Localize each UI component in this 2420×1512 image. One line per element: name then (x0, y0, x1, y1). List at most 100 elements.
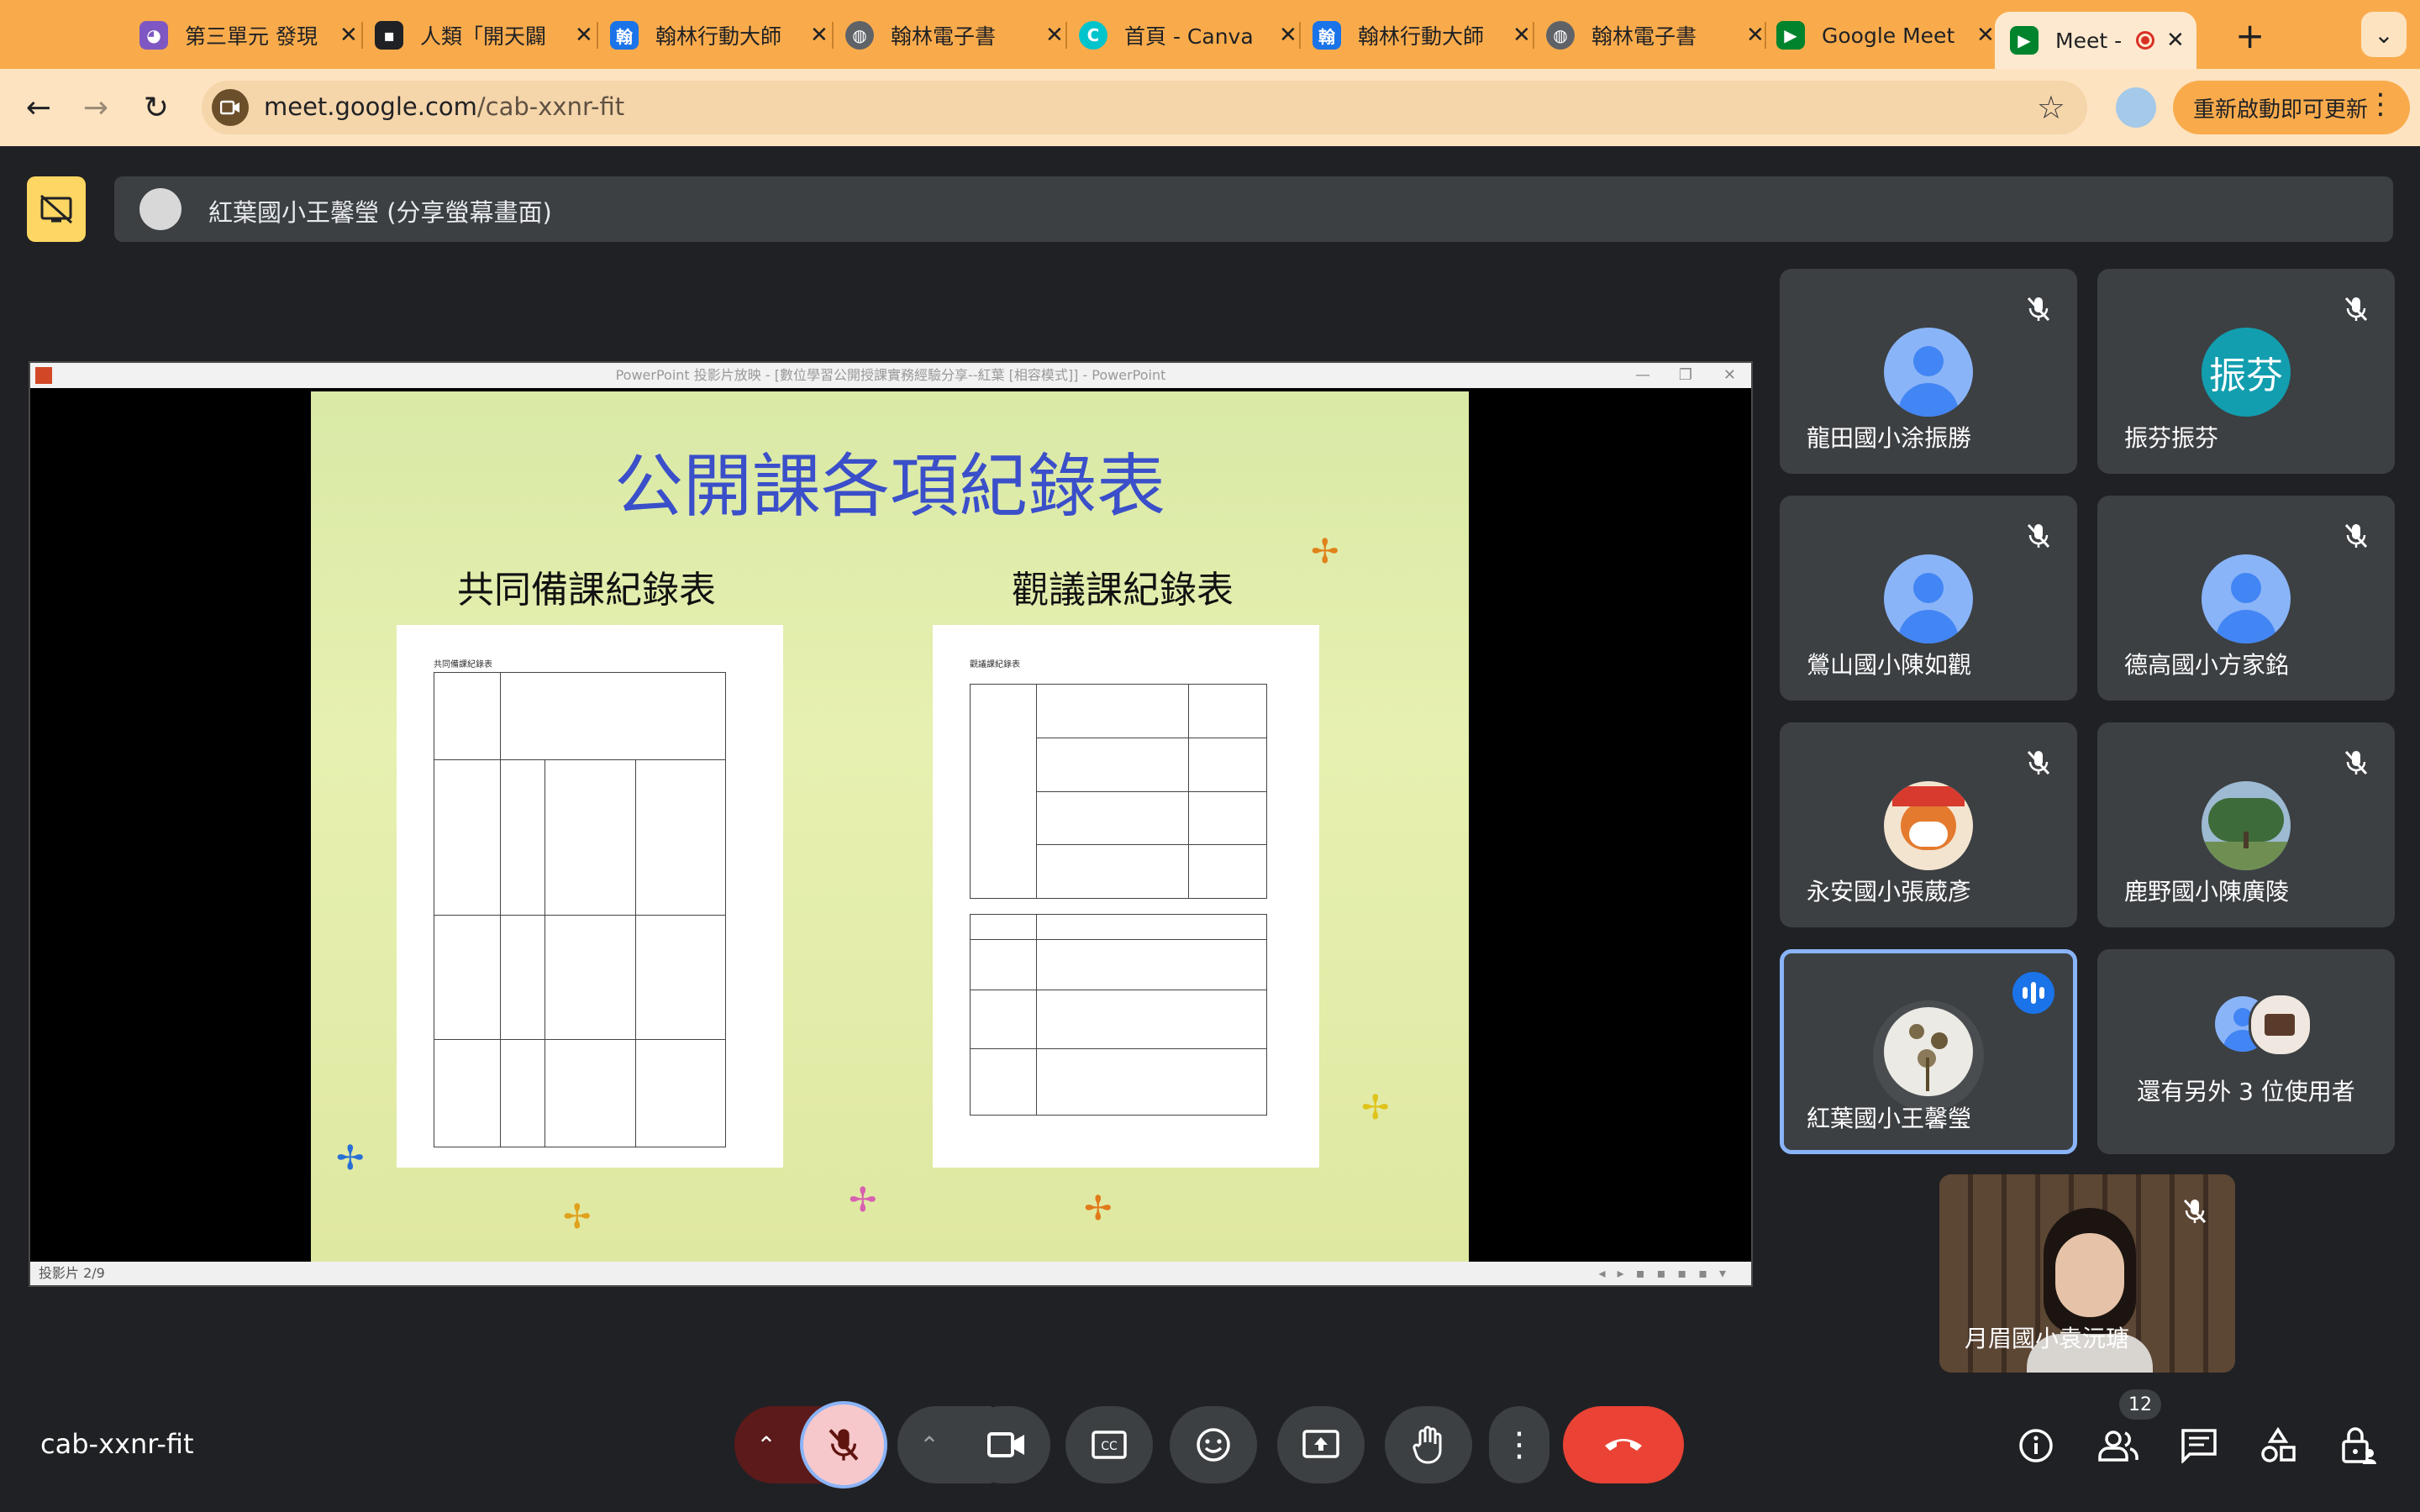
site-info-icon[interactable] (212, 89, 249, 126)
mic-off-icon (2339, 292, 2373, 326)
tab-1[interactable]: ◕ 第三單元 發現 ✕ (139, 12, 358, 59)
participant-tile[interactable]: 鶯山國小陳如觀 (1780, 496, 2077, 701)
participant-name: 鹿野國小陳廣陵 (2124, 878, 2290, 906)
tab-title: 人類「開天闢 (420, 24, 547, 49)
initials-avatar: 振芬 (2202, 328, 2291, 417)
stop-presenting-icon[interactable] (27, 176, 86, 242)
default-avatar-icon (1884, 328, 1973, 417)
dragonfly-decoration: ✢ (563, 1198, 592, 1236)
more-participants-tile[interactable]: 還有另外 3 位使用者 (2097, 949, 2395, 1154)
tab-separator (1533, 22, 1534, 49)
self-view-tile[interactable]: 月眉國小袁沅瑭 (1939, 1174, 2235, 1373)
minimize-icon: — (1635, 366, 1650, 384)
tab-title: 翰林行動大師 (655, 24, 782, 49)
presentation-slide: 公開課各項紀錄表 共同備課紀錄表 觀議課紀錄表 共同備課紀錄表 觀議課紀錄表 ✢… (311, 391, 1469, 1262)
microphone-toggle-button[interactable] (800, 1401, 887, 1488)
doc-header: 觀議課紀錄表 (970, 660, 1020, 669)
kebab-menu-icon[interactable]: ⋮ (2366, 87, 2395, 121)
participant-tile[interactable]: 永安國小張葳彥 (1780, 722, 2077, 927)
forward-arrow-icon[interactable]: → (76, 87, 116, 128)
powerpoint-icon (35, 367, 52, 384)
close-tab-icon[interactable]: ✕ (1279, 23, 1297, 48)
participant-tile-speaking[interactable]: 紅葉國小王馨瑩 (1780, 949, 2077, 1154)
tab-favicon-icon: ▪ (375, 21, 403, 50)
present-screen-button[interactable] (1277, 1406, 1365, 1483)
tab-favicon-icon: 翰 (1313, 21, 1341, 50)
update-button[interactable]: 重新啟動即可更新 ⋮ (2173, 81, 2410, 134)
new-tab-icon[interactable]: + (2235, 15, 2265, 56)
participant-name: 德高國小方家銘 (2124, 651, 2290, 679)
tab-title: 第三單元 發現 (185, 24, 318, 49)
captions-button[interactable]: CC (1065, 1406, 1153, 1483)
people-button[interactable] (2097, 1425, 2139, 1467)
tab-7[interactable]: ◍ 翰林電子書 ✕ (1546, 12, 1765, 59)
tab-9-active[interactable]: ▶ Meet - c ✕ (1995, 12, 2196, 69)
tab-5[interactable]: C 首頁 - Canva ✕ (1079, 12, 1297, 59)
leave-call-button[interactable] (1563, 1406, 1684, 1483)
tab-favicon-icon: ◕ (139, 21, 168, 50)
more-options-button[interactable]: ⋮ (1489, 1406, 1549, 1483)
browser-toolbar: ← → ↻ meet.google.com/cab-xxnr-fit ☆ 重新啟… (0, 69, 2420, 146)
participant-tile[interactable]: 振芬 振芬振芬 (2097, 269, 2395, 474)
close-tab-icon[interactable]: ✕ (2166, 28, 2185, 53)
close-tab-icon[interactable]: ✕ (1045, 23, 1064, 48)
slide-left-heading: 共同備課紀錄表 (457, 569, 716, 612)
reactions-button[interactable] (1170, 1406, 1257, 1483)
tab-separator (832, 22, 834, 49)
tab-separator (597, 22, 598, 49)
tab-2[interactable]: ▪ 人類「開天闢 ✕ (375, 12, 593, 59)
tab-8[interactable]: ▶ Google Meet ✕ (1776, 12, 1995, 59)
address-bar[interactable]: meet.google.com/cab-xxnr-fit ☆ (202, 81, 2087, 134)
slide-title: 公開課各項紀錄表 (613, 447, 1165, 527)
raise-hand-button[interactable] (1385, 1406, 1472, 1483)
kebab-menu-icon: ⋮ (1502, 1425, 1536, 1464)
participant-tile[interactable]: 鹿野國小陳廣陵 (2097, 722, 2395, 927)
close-tab-icon[interactable]: ✕ (1512, 23, 1531, 48)
close-tab-icon[interactable]: ✕ (1976, 23, 1995, 48)
meet-icon: ▶ (2010, 26, 2039, 55)
presenter-avatar (139, 188, 182, 230)
participant-tile[interactable]: 德高國小方家銘 (2097, 496, 2395, 701)
doc-header: 共同備課紀錄表 (434, 660, 492, 669)
view-controls-icon: ◂▸▪▪▪▪▾ (1598, 1265, 1738, 1281)
close-tab-icon[interactable]: ✕ (1746, 23, 1765, 48)
activities-button[interactable] (2257, 1425, 2299, 1467)
participant-count-badge: 12 (2119, 1389, 2161, 1420)
back-arrow-icon[interactable]: ← (18, 87, 59, 128)
url-text[interactable]: meet.google.com/cab-xxnr-fit (264, 92, 624, 121)
chat-icon (2181, 1429, 2217, 1463)
powerpoint-window-title: PowerPoint 投影片放映 - [數位學習公開授課實務經驗分享--紅葉 [… (615, 367, 1166, 383)
dragonfly-decoration: ✢ (1361, 1089, 1390, 1127)
mic-off-icon (2022, 292, 2055, 326)
participant-name: 永安國小張葳彥 (1807, 878, 1972, 906)
cartoon-cat-avatar (1884, 781, 1973, 870)
tab-6[interactable]: 翰 翰林行動大師 ✕ (1313, 12, 1531, 59)
meeting-details-button[interactable] (2015, 1425, 2057, 1467)
canva-icon: C (1079, 21, 1107, 50)
participant-tile[interactable]: 龍田國小涂振勝 (1780, 269, 2077, 474)
url-host: meet.google.com (264, 92, 477, 121)
meeting-code: cab-xxnr-fit (40, 1428, 194, 1460)
bookmark-star-icon[interactable]: ☆ (2037, 89, 2065, 126)
browser-tab-bar: ◕ 第三單元 發現 ✕ ▪ 人類「開天闢 ✕ 翰 翰林行動大師 ✕ ◍ 翰林電子… (0, 0, 2420, 69)
close-tab-icon[interactable]: ✕ (575, 23, 593, 48)
reload-icon[interactable]: ↻ (136, 87, 176, 128)
tab-4[interactable]: ◍ 翰林電子書 ✕ (845, 12, 1064, 59)
dragonfly-decoration: ✢ (849, 1181, 877, 1220)
close-tab-icon[interactable]: ✕ (810, 23, 829, 48)
raise-hand-icon (1413, 1425, 1442, 1464)
tab-3[interactable]: 翰 翰林行動大師 ✕ (610, 12, 829, 59)
tab-title: 首頁 - Canva (1124, 24, 1254, 49)
close-tab-icon[interactable]: ✕ (339, 23, 358, 48)
camera-toggle-button[interactable] (963, 1406, 1050, 1483)
profile-avatar[interactable] (2116, 87, 2156, 128)
presenter-banner-text: 紅葉國小王馨瑩 (分享螢幕畫面) (208, 198, 552, 227)
host-controls-button[interactable] (2338, 1425, 2380, 1467)
tab-title: Google Meet (1822, 23, 1955, 48)
tab-separator (1765, 22, 1766, 49)
chat-button[interactable] (2178, 1425, 2220, 1467)
flower-photo-avatar (1884, 1007, 1973, 1096)
mic-off-icon (2022, 519, 2055, 553)
camera-icon (987, 1432, 1024, 1457)
tab-search-chevron-icon[interactable]: ⌄ (2361, 12, 2407, 57)
